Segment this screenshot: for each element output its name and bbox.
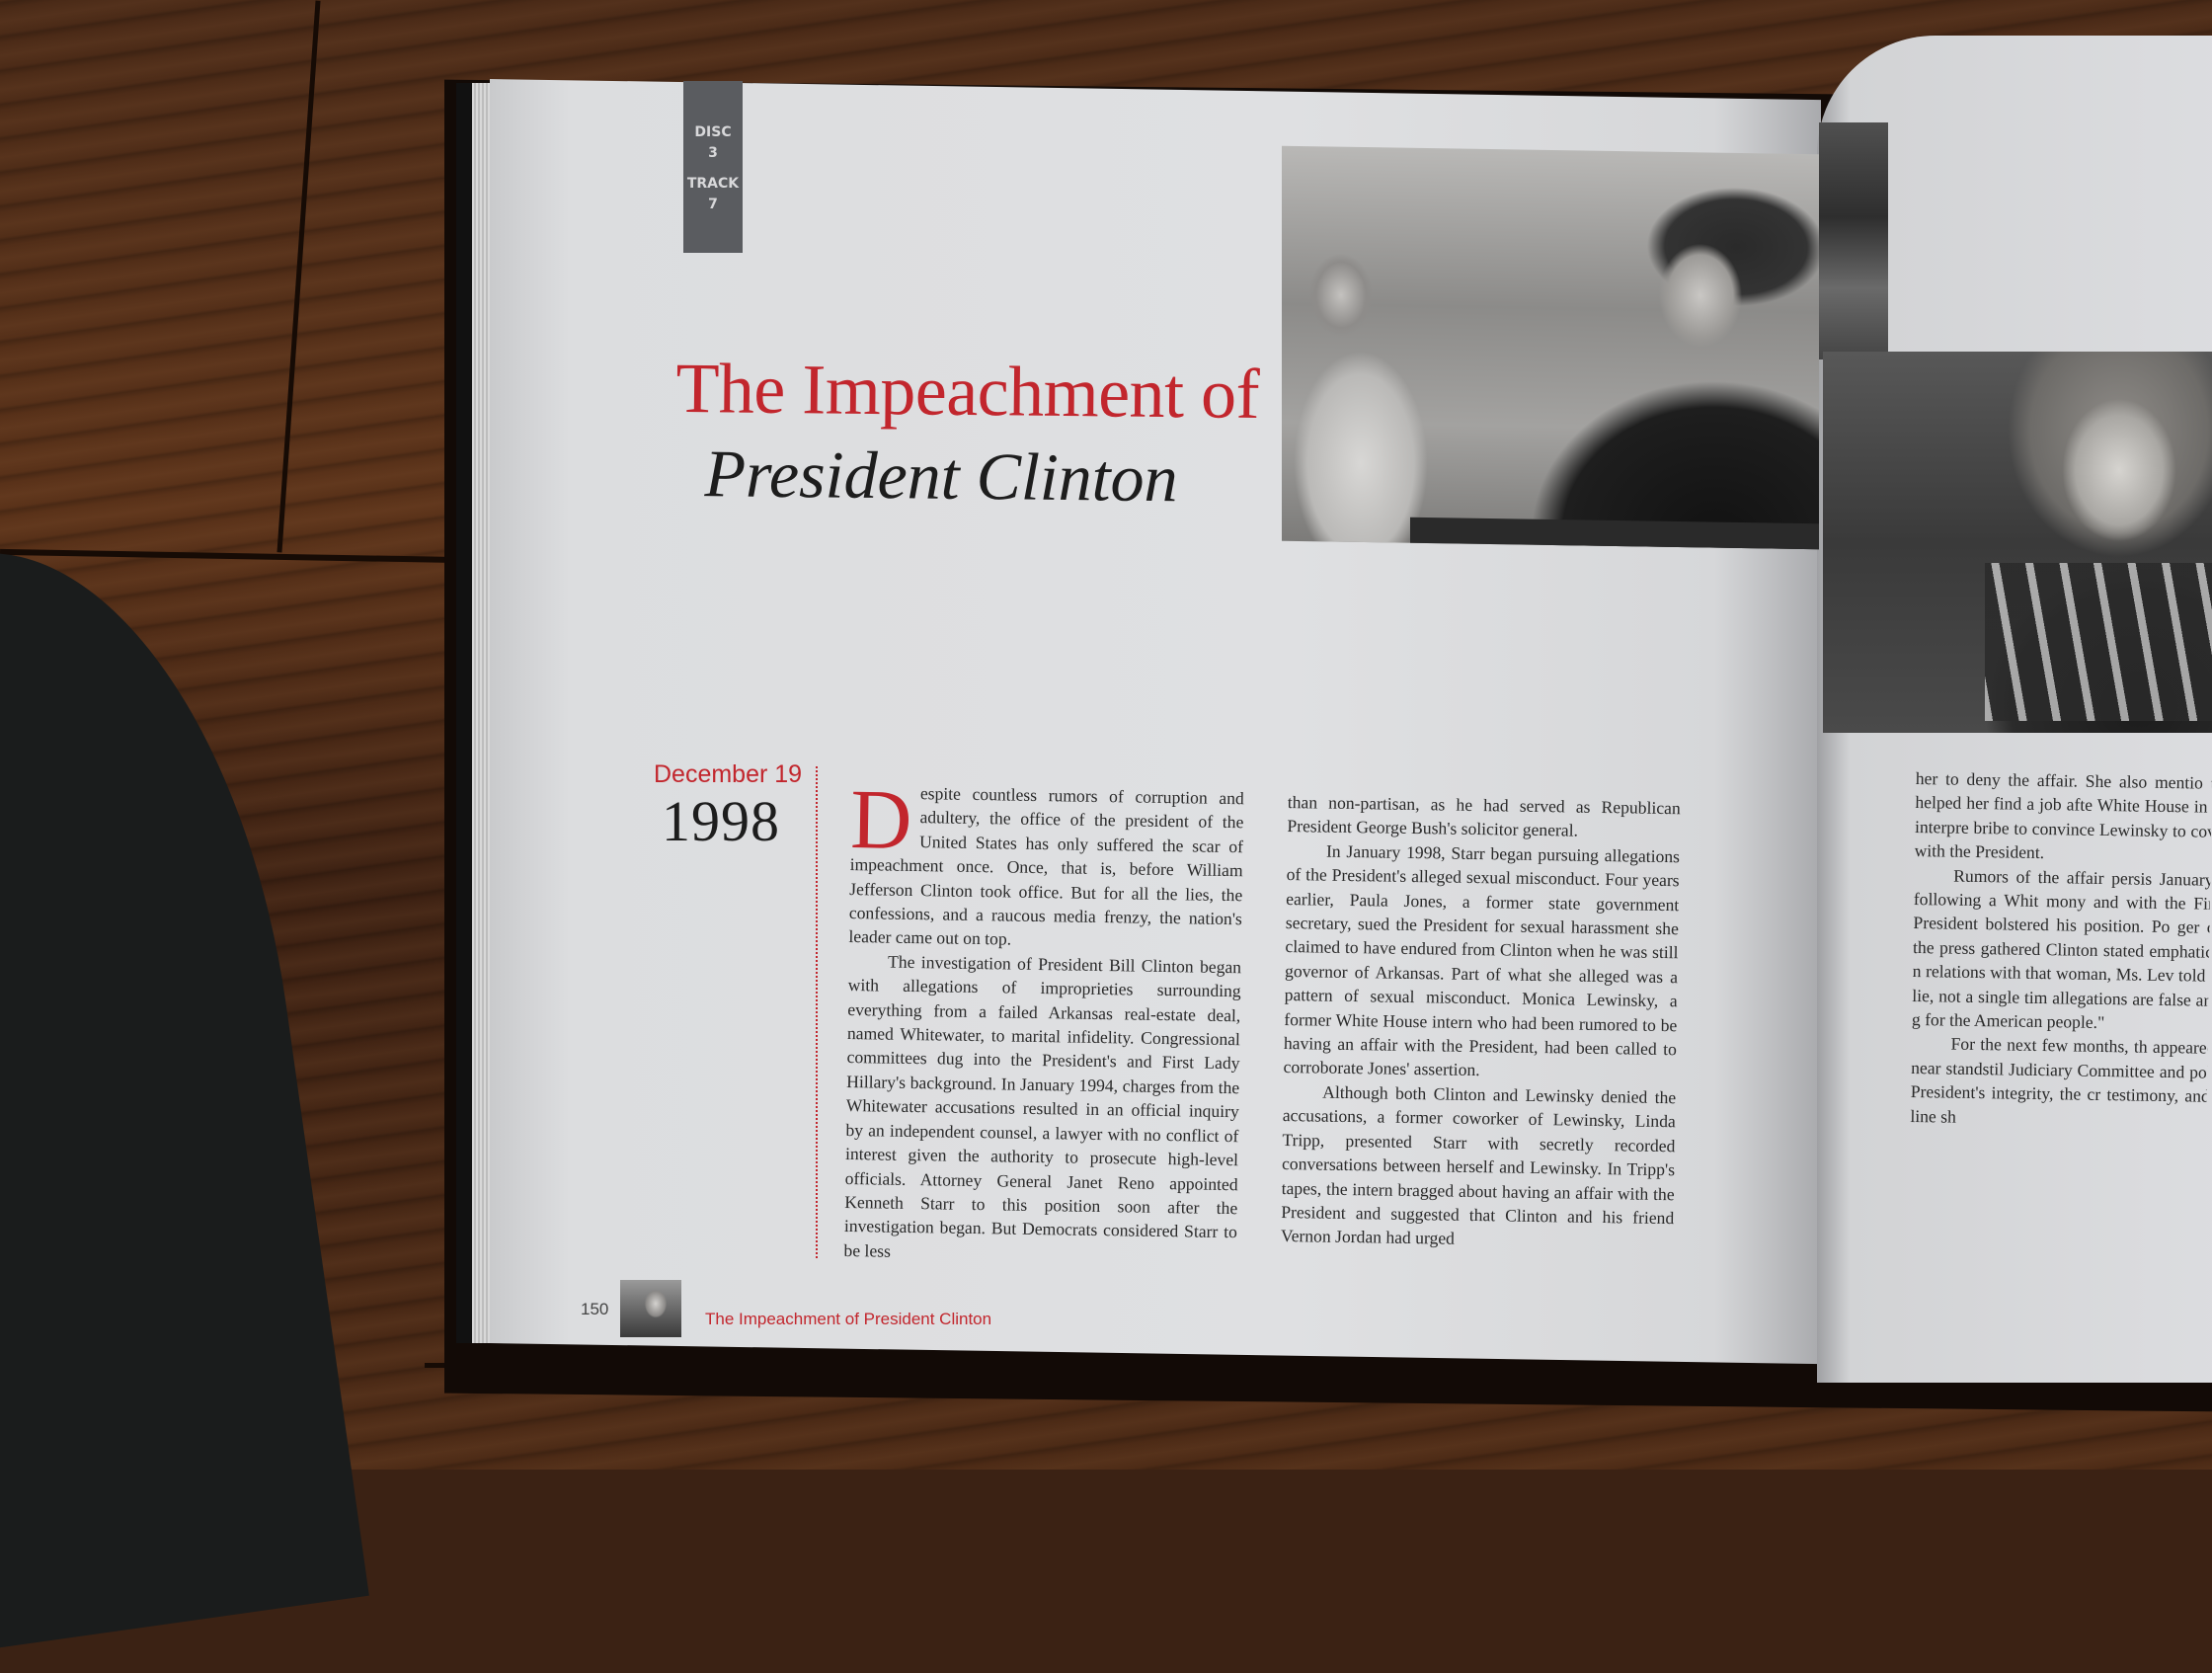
- title-line-1: The Impeachment of: [675, 348, 1260, 435]
- paragraph: than non-partisan, as he had served as R…: [1287, 791, 1681, 841]
- paragraph: In January 1998, Starr began pursuing al…: [1283, 840, 1681, 1080]
- article-column-3: her to deny the affair. She also mentio …: [1908, 766, 2212, 1285]
- track-label: TRACK: [686, 176, 740, 192]
- footer-thumbnail: [620, 1280, 681, 1337]
- paragraph: For the next few months, th appeared to …: [1910, 1034, 2212, 1127]
- page-number: 150: [581, 1300, 609, 1318]
- date-month-day: December 19: [654, 760, 803, 788]
- building-photo: [1819, 122, 1888, 359]
- disc-number: 3: [708, 145, 718, 161]
- paragraph: Despite countless rumors of corruption a…: [848, 771, 1244, 955]
- drop-cap: D: [849, 771, 913, 867]
- paragraph: Rumors of the affair persis January 26, …: [1911, 865, 2212, 1033]
- article-column-2: than non-partisan, as he had served as R…: [1281, 790, 1681, 1254]
- running-title: The Impeachment of President Clinton: [705, 1310, 992, 1328]
- title-line-2: President Clinton: [704, 436, 1179, 517]
- paragraph: her to deny the affair. She also mentio …: [1914, 767, 2212, 863]
- microphones: [1985, 563, 2212, 721]
- article-column-1: Despite countless rumors of corruption a…: [843, 771, 1244, 1268]
- disc-label: DISC: [694, 124, 732, 140]
- disc-track-tab: DISC 3 TRACK 7: [683, 81, 743, 253]
- paragraph: The investigation of President Bill Clin…: [843, 951, 1242, 1261]
- paragraph: Although both Clinton and Lewinsky denie…: [1280, 1081, 1677, 1249]
- chapter-title: The Impeachment of President Clinton: [674, 348, 1269, 517]
- track-number: 7: [708, 197, 718, 212]
- date-year: 1998: [662, 789, 780, 853]
- clinton-photo: [1282, 145, 1819, 550]
- dotted-rule: [816, 766, 818, 1258]
